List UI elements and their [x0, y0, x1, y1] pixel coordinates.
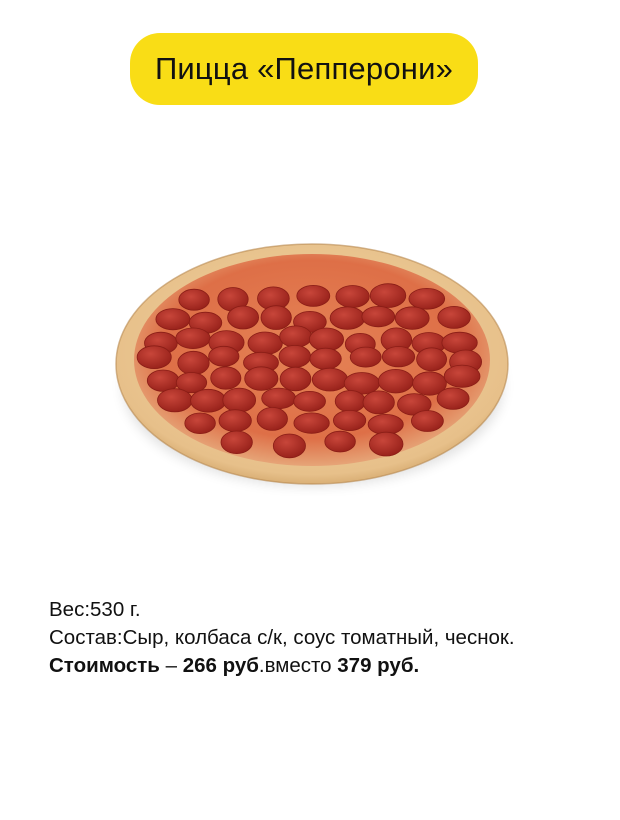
pepperoni-slice: [177, 350, 210, 376]
pepperoni-slice: [335, 285, 370, 308]
pepperoni-slice: [410, 410, 444, 432]
pepperoni-slice: [308, 327, 344, 352]
composition-line: Состав:Сыр, колбаса с/к, соус томатный, …: [49, 624, 569, 652]
pepperoni-slice: [437, 306, 471, 329]
pepperoni-slice: [296, 285, 331, 307]
pepperoni-slice: [293, 390, 326, 412]
pepperoni-slice: [377, 368, 414, 394]
pepperoni-slice: [279, 366, 312, 392]
pepperoni-slice: [157, 388, 193, 413]
price-dash: –: [159, 654, 183, 677]
weight-label: Вес: [49, 598, 85, 621]
composition-value: :Сыр, колбаса с/к, соус томатный, чеснок…: [116, 626, 515, 649]
pepperoni-slice: [272, 433, 306, 459]
pepperoni-slice: [279, 325, 313, 348]
pepperoni-slice: [333, 409, 367, 431]
pepperoni-slice: [220, 430, 253, 455]
pepperoni-slice: [324, 430, 356, 453]
product-details: Вес:530 г. Состав:Сыр, колбаса с/к, соус…: [49, 596, 569, 680]
pepperoni-pizza-icon: [115, 243, 509, 486]
pepperoni-slice: [334, 390, 366, 413]
pepperoni-slice: [190, 388, 227, 413]
pepperoni-slice: [278, 345, 312, 368]
page-title: Пицца «Пепперони»: [154, 51, 454, 86]
pepperoni-slice: [208, 345, 240, 367]
price-middle: .вместо: [258, 654, 338, 677]
pepperoni-slice: [311, 367, 349, 392]
pepperoni-slice: [381, 346, 416, 368]
pepperoni-slice: [394, 306, 430, 330]
pepperoni-slice: [367, 413, 404, 435]
pepperoni-slice: [362, 390, 395, 415]
price-label: Стоимость: [49, 654, 160, 677]
composition-label: Состав: [49, 626, 117, 649]
pepperoni-slice: [222, 387, 256, 413]
pepperoni-slice: [210, 366, 242, 390]
pepperoni-slice: [309, 347, 342, 370]
price-old: 379 руб.: [337, 654, 420, 677]
price-new: 266 руб: [182, 654, 259, 677]
pepperoni-slice: [369, 283, 407, 308]
pepperoni-slice: [178, 288, 210, 311]
pepperoni-slice: [443, 364, 481, 388]
pepperoni-slice: [369, 431, 404, 457]
pepperoni-slice: [227, 305, 260, 330]
pepperoni-slice: [436, 387, 470, 410]
pepperoni-slice: [293, 412, 330, 434]
title-pill: Пицца «Пепперони»: [130, 33, 478, 105]
pepperoni-slice: [184, 412, 216, 435]
pepperoni-slice: [416, 347, 448, 372]
price-line: Стоимость – 266 руб.вместо 379 руб.: [49, 652, 569, 680]
pizza-image: [110, 236, 515, 496]
pepperoni-slice: [146, 369, 180, 392]
weight-line: Вес:530 г.: [49, 596, 569, 624]
pepperoni-slice: [329, 306, 366, 330]
pepperoni-slice: [441, 331, 478, 354]
weight-value: :530 г.: [84, 598, 141, 621]
pepperoni-slice: [260, 305, 292, 330]
pepperoni-slice: [244, 366, 279, 391]
pepperoni-slice: [256, 406, 288, 431]
pepperoni-slice: [155, 308, 191, 331]
pepperoni-slice: [408, 288, 446, 310]
pepperoni-slice: [218, 409, 252, 433]
pepperoni-slice: [247, 331, 283, 356]
pepperoni-slice: [361, 306, 396, 328]
pepperoni-slice: [136, 345, 172, 369]
pepperoni-slice: [175, 327, 211, 350]
pepperoni-slice: [261, 387, 297, 410]
pepperoni-slice: [349, 346, 382, 368]
